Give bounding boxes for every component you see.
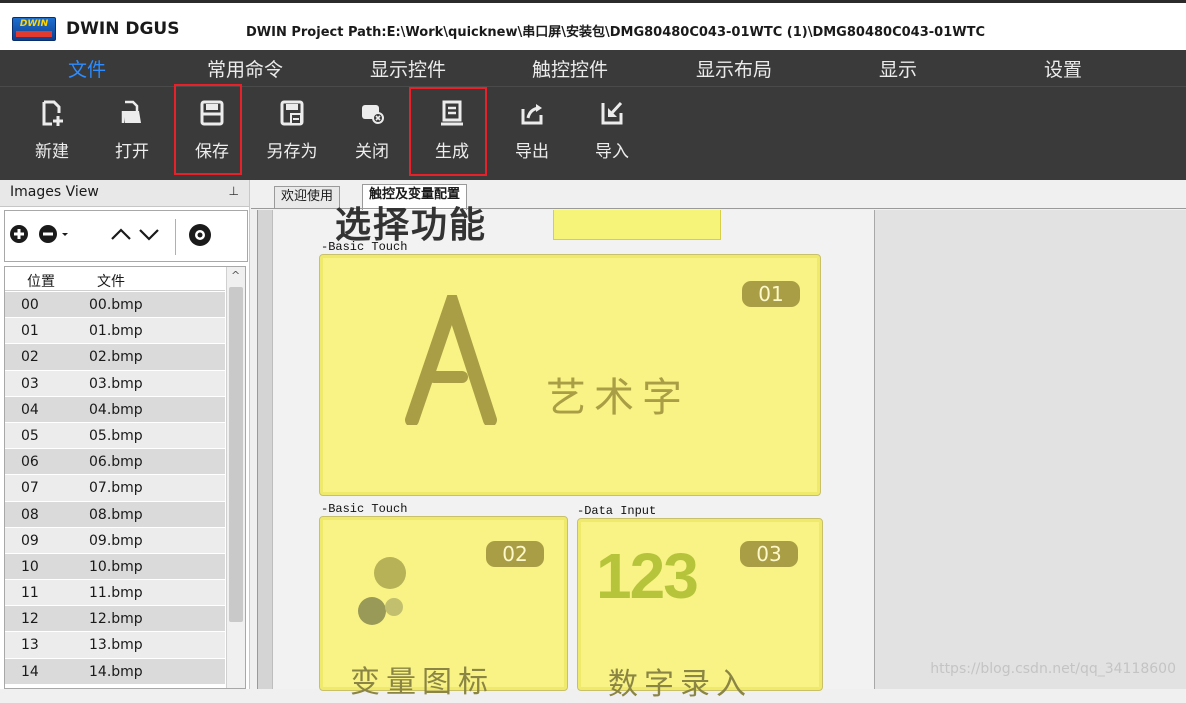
preview-eye-icon[interactable]	[185, 223, 215, 247]
card-02-caption: -Basic Touch	[321, 502, 408, 516]
top-card-fragment	[553, 210, 721, 240]
open-folder-icon	[121, 100, 141, 123]
card-01-label: 艺术字	[546, 375, 690, 421]
pin-icon[interactable]: ⊥	[229, 184, 239, 198]
card-03-badge: 03	[740, 541, 798, 567]
images-list: 位置 文件 00 00.bmp 01 01.bmp 02 02.bmp 03 03.bm…	[4, 266, 246, 689]
canvas-frame: 选择功能 -Basic Touch 01 艺术字 -Basic Touch 02	[257, 205, 875, 702]
new-button[interactable]: 新建	[22, 99, 82, 169]
document-area: 欢迎使用 触控及变量配置 选择功能 -Basic Touch 01 艺术字 -B…	[251, 180, 1186, 702]
card-art-text[interactable]: 01 艺术字	[319, 254, 821, 496]
menu-file[interactable]: 文件	[68, 55, 106, 82]
images-view-header: Images View ⊥	[0, 180, 249, 207]
close-project-icon	[362, 105, 384, 124]
list-item[interactable]: 11 11.bmp	[5, 580, 225, 607]
card-03-number: 123	[596, 540, 699, 612]
menu-common-commands[interactable]: 常用命令	[207, 55, 283, 82]
close-button[interactable]: 关闭	[342, 99, 402, 169]
column-file[interactable]: 文件	[97, 271, 125, 291]
list-item[interactable]: 06 06.bmp	[5, 449, 225, 476]
menu-bar: 文件 常用命令 显示控件 触控控件 显示布局 显示 设置	[0, 50, 1186, 86]
logo-text: DWIN	[19, 19, 49, 29]
column-position[interactable]: 位置	[27, 271, 55, 291]
card-02-badge: 02	[486, 541, 544, 567]
app-name: DWIN DGUS	[66, 19, 180, 39]
menu-display[interactable]: 显示	[879, 55, 917, 82]
menu-display-controls[interactable]: 显示控件	[370, 55, 446, 82]
list-item[interactable]: 14 14.bmp	[5, 658, 225, 685]
tab-welcome[interactable]: 欢迎使用	[274, 186, 341, 208]
list-item[interactable]: 05 05.bmp	[5, 422, 225, 450]
new-file-icon	[42, 100, 63, 126]
list-item[interactable]: 03 03.bmp	[5, 370, 225, 397]
list-item[interactable]: 00 00.bmp	[5, 292, 225, 319]
remove-dropdown-icon[interactable]	[37, 223, 71, 245]
list-item[interactable]: 12 12.bmp	[5, 606, 225, 633]
art-letter-a-icon	[405, 295, 497, 425]
save-as-icon	[280, 100, 304, 126]
card-03-label: 数字录入	[608, 667, 752, 702]
list-item[interactable]: 07 07.bmp	[5, 475, 225, 502]
images-view-toolbar	[4, 210, 248, 262]
open-label: 打开	[115, 142, 149, 162]
add-icon[interactable]	[8, 223, 30, 245]
import-icon	[601, 101, 623, 125]
list-item[interactable]: 09 09.bmp	[5, 527, 225, 554]
design-canvas[interactable]: 选择功能 -Basic Touch 01 艺术字 -Basic Touch 02	[272, 205, 875, 702]
images-view-title: Images View	[10, 184, 99, 200]
card-data-input[interactable]: 03 123 数字录入	[577, 518, 823, 702]
close-label: 关闭	[355, 142, 389, 162]
list-item[interactable]: 02 02.bmp	[5, 344, 225, 371]
list-item[interactable]: 01 01.bmp	[5, 318, 225, 345]
menu-touch-controls[interactable]: 触控控件	[532, 55, 608, 82]
save-highlight-box	[174, 84, 242, 175]
new-label: 新建	[35, 142, 69, 162]
list-item[interactable]: 10 10.bmp	[5, 553, 225, 581]
export-icon	[521, 104, 543, 125]
move-up-icon[interactable]	[109, 223, 133, 245]
save-as-label: 另存为	[266, 142, 318, 162]
menu-display-layout[interactable]: 显示布局	[696, 55, 772, 82]
export-button[interactable]: 导出	[502, 99, 562, 169]
project-path: DWIN Project Path:E:\Work\quicknew\串口屏\安…	[246, 25, 985, 40]
list-item[interactable]: 04 04.bmp	[5, 396, 225, 423]
generate-highlight-box	[409, 87, 487, 176]
move-down-icon[interactable]	[137, 223, 161, 245]
card-variable-icon[interactable]: 02 变量图标	[319, 516, 568, 700]
scroll-thumb[interactable]	[229, 287, 243, 622]
card-02-label: 变量图标	[350, 665, 494, 700]
open-button[interactable]: 打开	[102, 99, 162, 169]
list-item[interactable]: 08 08.bmp	[5, 501, 225, 528]
dwin-logo: DWIN	[12, 17, 56, 41]
export-label: 导出	[515, 142, 549, 162]
card-01-badge: 01	[742, 281, 800, 307]
scroll-up-icon[interactable]: ^	[231, 269, 240, 282]
save-as-button[interactable]: 另存为	[262, 99, 322, 169]
title-bar: DWIN DWIN DGUS DWIN Project Path:E:\Work…	[0, 0, 1186, 50]
images-list-header: 位置 文件	[5, 267, 225, 291]
variable-bubbles-icon	[358, 557, 406, 625]
card-03-caption: -Data Input	[577, 504, 657, 518]
properties-empty-area	[874, 210, 1186, 689]
watermark: https://blog.csdn.net/qq_34118600	[930, 661, 1176, 677]
list-scrollbar[interactable]: ^	[226, 267, 245, 688]
images-list-rows: 00 00.bmp 01 01.bmp 02 02.bmp 03 03.bmp 04 04…	[5, 292, 225, 685]
images-view-panel: Images View ⊥ 位置 文件 00 00.bmp 01 01.bmp 02…	[0, 180, 250, 689]
card-01-caption: -Basic Touch	[321, 240, 408, 254]
import-button[interactable]: 导入	[582, 99, 642, 169]
import-label: 导入	[595, 142, 629, 162]
list-item[interactable]: 13 13.bmp	[5, 632, 225, 659]
menu-settings[interactable]: 设置	[1044, 55, 1082, 82]
